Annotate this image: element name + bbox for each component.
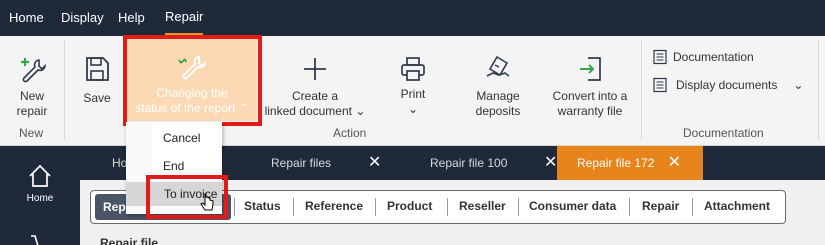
cursor-icon	[200, 193, 214, 211]
save-icon	[86, 57, 109, 81]
tab-label: Repair files	[271, 156, 332, 170]
convert-label-2: warranty file	[557, 104, 623, 118]
subtab-attachment[interactable]: Attachment	[704, 199, 770, 213]
convert-label-1: Convert into a	[552, 89, 628, 103]
dropdown-item-cancel[interactable]: Cancel	[126, 126, 222, 150]
print-button[interactable]: Print ⌄	[393, 54, 433, 117]
deposit-hand-icon	[486, 55, 510, 77]
tab-repair-files[interactable]: Repair files ✕	[271, 146, 381, 180]
create-linked-document-button[interactable]: Create a linked document ⌄	[259, 54, 371, 119]
subtab-consumer-data[interactable]: Consumer data	[529, 199, 616, 213]
manage-deposits-button[interactable]: Manage deposits	[470, 54, 526, 119]
nav-home[interactable]: Home	[22, 162, 58, 204]
divider	[692, 198, 693, 216]
group-label-action: Action	[333, 126, 367, 140]
home-icon	[29, 164, 51, 187]
tab-label: Repair file 172	[577, 156, 655, 170]
chevron-down-icon: ⌄	[355, 104, 366, 118]
tab-repair-file-100[interactable]: Repair file 100 ✕	[430, 146, 557, 180]
subtab-repair[interactable]: Repair	[642, 199, 679, 213]
menu-bar: Home Display Help Repair	[0, 0, 825, 36]
left-nav: Home	[0, 146, 80, 245]
plus-icon	[304, 58, 326, 80]
close-icon[interactable]: ✕	[668, 154, 681, 171]
tab-repair-file-172[interactable]: Repair file 172 ✕	[557, 146, 703, 180]
convert-file-icon	[580, 57, 601, 81]
print-label: Print	[400, 87, 426, 101]
divider	[293, 198, 294, 216]
menu-help[interactable]: Help	[118, 0, 145, 36]
subtab-product[interactable]: Product	[387, 199, 432, 213]
documentation-label: Documentation	[673, 50, 754, 64]
wrench-plus-icon	[21, 58, 47, 83]
close-icon[interactable]: ✕	[368, 146, 381, 180]
ribbon: New repair New Save Changing the status …	[0, 35, 825, 146]
divider	[641, 40, 642, 140]
display-documents-label: Display documents	[676, 78, 778, 92]
divider	[518, 198, 519, 216]
menu-home[interactable]: Home	[9, 0, 44, 36]
save-button[interactable]: Save	[77, 54, 117, 106]
menu-repair[interactable]: Repair	[165, 0, 204, 36]
chevron-down-icon: ⌄	[407, 102, 419, 116]
group-label-documentation: Documentation	[683, 126, 764, 140]
create-linked-label-2: linked document	[264, 104, 352, 118]
new-repair-label-2: repair	[16, 104, 48, 118]
subtab-reseller[interactable]: Reseller	[459, 199, 506, 213]
printer-icon	[401, 57, 425, 81]
cart-icon[interactable]	[28, 234, 56, 245]
divider	[375, 198, 376, 216]
subtab-reference[interactable]: Reference	[305, 199, 363, 213]
divider	[64, 40, 65, 140]
annotation-highlight-box	[123, 35, 262, 126]
divider	[818, 40, 819, 140]
divider	[629, 198, 630, 216]
manage-deposits-label-1: Manage	[476, 89, 520, 103]
create-linked-label-1: Create a	[291, 89, 339, 103]
group-label-new: New	[19, 126, 44, 140]
new-repair-label-1: New	[19, 89, 44, 103]
save-label: Save	[83, 91, 111, 105]
chevron-down-icon: ⌄	[793, 78, 804, 92]
document-icon	[653, 77, 667, 93]
nav-home-label: Home	[26, 193, 54, 204]
manage-deposits-label-2: deposits	[475, 104, 521, 118]
divider	[234, 198, 235, 216]
close-icon[interactable]: ✕	[544, 146, 557, 180]
document-list-icon	[653, 49, 667, 65]
documentation-button[interactable]: Documentation	[652, 49, 754, 65]
section-heading: Repair file	[100, 236, 159, 245]
tab-label: Repair file 100	[430, 156, 508, 170]
divider	[447, 198, 448, 216]
display-documents-button[interactable]: Display documents ⌄	[652, 77, 803, 93]
new-repair-button[interactable]: New repair	[10, 54, 54, 119]
menu-display[interactable]: Display	[61, 0, 104, 36]
convert-warranty-button[interactable]: Convert into a warranty file	[548, 54, 632, 119]
subtab-status[interactable]: Status	[244, 199, 281, 213]
